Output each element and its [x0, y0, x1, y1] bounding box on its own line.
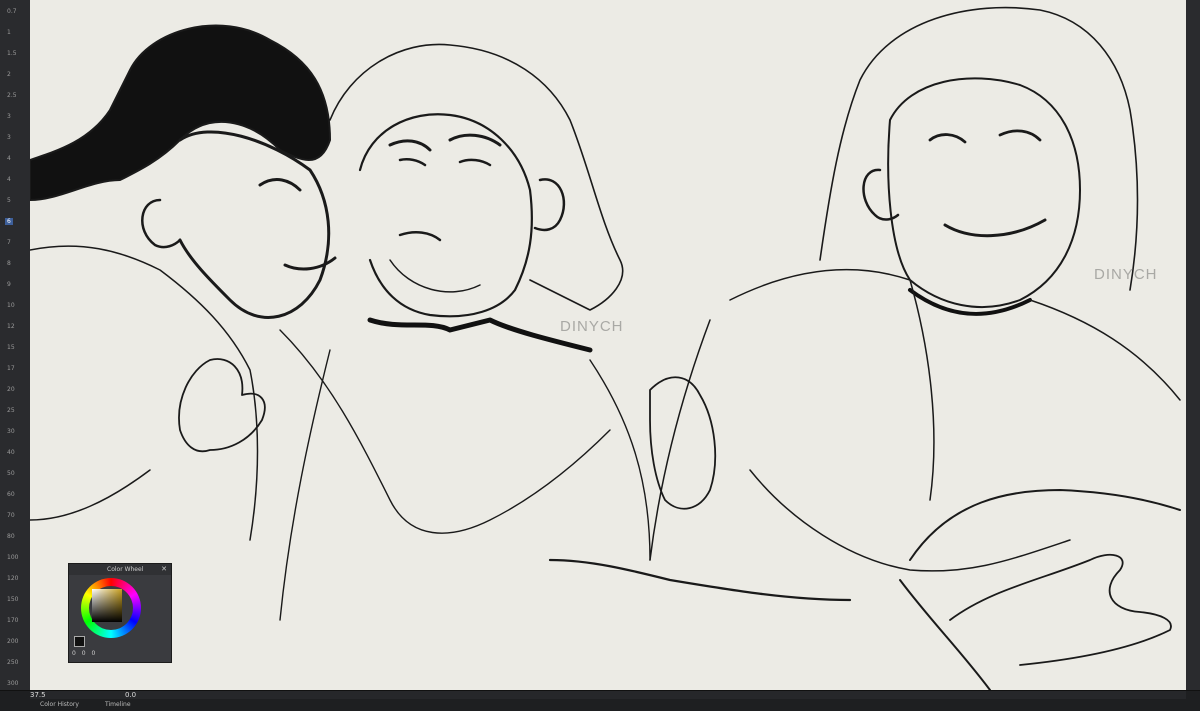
brush-size-tick[interactable]: 12 [7, 323, 15, 330]
figure3-arm-left [548, 558, 852, 602]
brush-size-tick[interactable]: 70 [7, 512, 15, 519]
brush-size-tick[interactable]: 10 [7, 302, 15, 309]
brush-size-tick[interactable]: 150 [7, 596, 18, 603]
foreground-color-swatch[interactable] [74, 636, 85, 647]
figure2-brow [388, 133, 502, 152]
figure2-mouth [398, 231, 442, 242]
red-value[interactable]: 0 [72, 650, 76, 657]
brush-size-tick[interactable]: 200 [7, 638, 18, 645]
brush-size-tick[interactable]: 3 [7, 134, 11, 141]
drawing-canvas[interactable]: DINYCH DINYCH [30, 0, 1186, 690]
brush-size-tick[interactable]: 300 [7, 680, 18, 687]
brush-size-tick[interactable]: 170 [7, 617, 18, 624]
brush-size-ruler[interactable]: 0.7 1 1.5 2 2.5 3 3 4 4 5 6 7 8 9 10 12 15 17 20 25 30 40 50 60… [2, 0, 22, 690]
color-wheel-title: Color Wheel [107, 566, 144, 573]
figure2-collar [367, 317, 593, 353]
figure3-ear [862, 168, 900, 221]
brush-size-tick[interactable]: 40 [7, 449, 15, 456]
figure3-mouth [943, 218, 1047, 238]
artist-signature: DINYCH [560, 318, 624, 335]
figure1-eye [258, 178, 302, 192]
status-bar: 37.5 0.0 Color History Timeline [0, 690, 1200, 711]
saturation-value-square[interactable] [92, 589, 122, 622]
close-icon[interactable]: ✕ [161, 564, 167, 575]
brush-size-tick[interactable]: 3 [7, 113, 11, 120]
zoom-value[interactable]: 37.5 [30, 691, 46, 699]
brush-size-tick[interactable]: 8 [7, 260, 11, 267]
brush-size-tick[interactable]: 25 [7, 407, 15, 414]
brush-size-tick[interactable]: 4 [7, 176, 11, 183]
brush-size-tick[interactable]: 100 [7, 554, 18, 561]
brush-size-tick[interactable]: 120 [7, 575, 18, 582]
figure2-beard [389, 259, 481, 293]
tab-color-history[interactable]: Color History [40, 701, 79, 708]
figure3-hair [819, 6, 1139, 291]
figure3-eyes [928, 129, 1042, 144]
figure2-ear [533, 178, 566, 232]
status-controls: 37.5 0.0 [30, 691, 1186, 699]
figure3-face [887, 77, 1081, 309]
green-value[interactable]: 0 [82, 650, 86, 657]
brush-size-tick[interactable]: 60 [7, 491, 15, 498]
brush-size-tick[interactable]: 0.7 [7, 8, 17, 15]
brush-size-tick[interactable]: 1 [7, 29, 11, 36]
brush-size-tick[interactable]: 50 [7, 470, 15, 477]
sketch-artwork [30, 6, 1181, 690]
brush-size-tick[interactable]: 17 [7, 365, 15, 372]
brush-size-tick[interactable]: 80 [7, 533, 15, 540]
brush-size-tick[interactable]: 15 [7, 344, 15, 351]
artist-signature: DINYCH [1094, 266, 1158, 283]
right-scroll-strip[interactable] [1186, 0, 1200, 690]
tab-timeline[interactable]: Timeline [105, 701, 131, 708]
brush-size-tick[interactable]: 30 [7, 428, 15, 435]
brush-size-tick[interactable]: 6 [5, 218, 13, 225]
figure1-hair [30, 24, 331, 201]
color-values: 0 0 0 [72, 650, 99, 657]
figure2-body [279, 329, 651, 621]
brush-size-tick[interactable]: 2.5 [7, 92, 17, 99]
brush-size-tick[interactable]: 4 [7, 155, 11, 162]
figure1-ear [141, 198, 182, 249]
brush-size-tick[interactable]: 2 [7, 71, 11, 78]
color-wheel-title-bar[interactable]: Color Wheel ✕ [69, 564, 171, 575]
brush-size-tick[interactable]: 5 [7, 197, 11, 204]
brush-size-tick[interactable]: 9 [7, 281, 11, 288]
brush-size-tick[interactable]: 250 [7, 659, 18, 666]
figure3-arm [899, 489, 1181, 690]
figure3-hand [949, 553, 1172, 666]
figure1-hand [178, 358, 266, 453]
brush-size-tick[interactable]: 1.5 [7, 50, 17, 57]
figure1-body [30, 245, 259, 541]
figure2-eyes [398, 157, 492, 167]
figure2-face [358, 113, 533, 318]
color-wheel-palette[interactable]: Color Wheel ✕ 0 0 0 [68, 563, 172, 663]
figure2-hand [649, 376, 717, 510]
rotation-value[interactable]: 0.0 [125, 691, 136, 699]
blue-value[interactable]: 0 [92, 650, 96, 657]
brush-size-tick[interactable]: 20 [7, 386, 15, 393]
brush-size-panel[interactable]: 0.7 1 1.5 2 2.5 3 3 4 4 5 6 7 8 9 10 12 15 17 20 25 30 40 50 60… [0, 0, 31, 690]
figure3-body [649, 268, 1181, 572]
brush-size-tick[interactable]: 7 [7, 239, 11, 246]
